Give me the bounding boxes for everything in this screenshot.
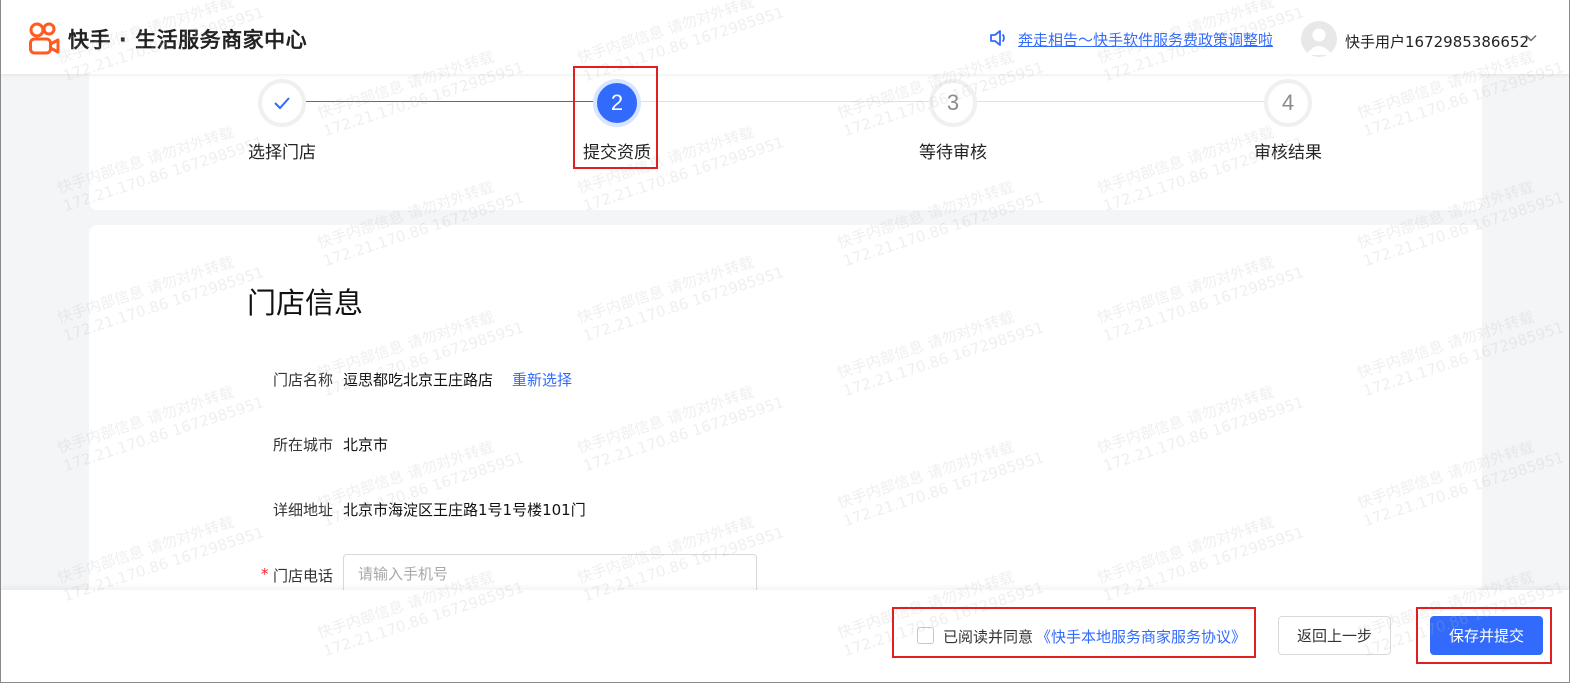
chevron-down-icon[interactable] <box>1525 34 1537 42</box>
reselect-store-link[interactable]: 重新选择 <box>512 369 572 390</box>
section-title: 门店信息 <box>247 286 364 320</box>
city-label: 所在城市 <box>273 436 334 454</box>
step-3-label: 等待审核 <box>919 143 987 163</box>
agree-text[interactable]: 已阅读并同意 <box>943 626 1033 647</box>
step-connector-2 <box>640 101 930 102</box>
step-3-circle: 3 <box>929 79 977 127</box>
address-label: 详细地址 <box>273 501 334 519</box>
save-submit-button[interactable]: 保存并提交 <box>1430 616 1543 655</box>
step-1-circle <box>258 79 306 127</box>
speaker-icon <box>990 30 1005 46</box>
back-button[interactable]: 返回上一步 <box>1278 616 1391 655</box>
username[interactable]: 快手用户1672985386652 <box>1345 31 1529 52</box>
step-4-label: 审核结果 <box>1254 143 1322 163</box>
step-connector-3 <box>976 101 1266 102</box>
store-name-label: 门店名称 <box>273 371 334 389</box>
city-value: 北京市 <box>343 436 389 454</box>
check-icon <box>274 97 290 110</box>
phone-input[interactable] <box>343 554 757 594</box>
agree-checkbox[interactable] <box>917 627 934 644</box>
required-mark: * <box>261 565 269 583</box>
agreement-link[interactable]: 《快手本地服务商家服务协议》 <box>1036 626 1246 647</box>
phone-label: 门店电话 <box>273 567 334 585</box>
user-avatar-icon <box>1306 28 1332 55</box>
step-2-circle: 2 <box>593 79 641 127</box>
avatar[interactable] <box>1301 21 1337 57</box>
address-value: 北京市海淀区王庄路1号1号楼101门 <box>343 501 586 519</box>
store-name-value: 逗思都吃北京王庄路店 <box>343 371 494 389</box>
kuaishou-logo-icon[interactable] <box>28 22 60 56</box>
top-header: 快手 · 生活服务商家中心 奔走相告～快手软件服务费政策调整啦 快手用户1672… <box>0 0 1570 74</box>
brand-title: 快手 · 生活服务商家中心 <box>68 28 308 52</box>
step-1-label: 选择门店 <box>248 143 316 163</box>
step-4-circle: 4 <box>1264 79 1312 127</box>
step-2-label: 提交资质 <box>583 143 651 163</box>
policy-notice-link[interactable]: 奔走相告～快手软件服务费政策调整啦 <box>1018 29 1273 50</box>
step-connector-1 <box>306 101 616 102</box>
